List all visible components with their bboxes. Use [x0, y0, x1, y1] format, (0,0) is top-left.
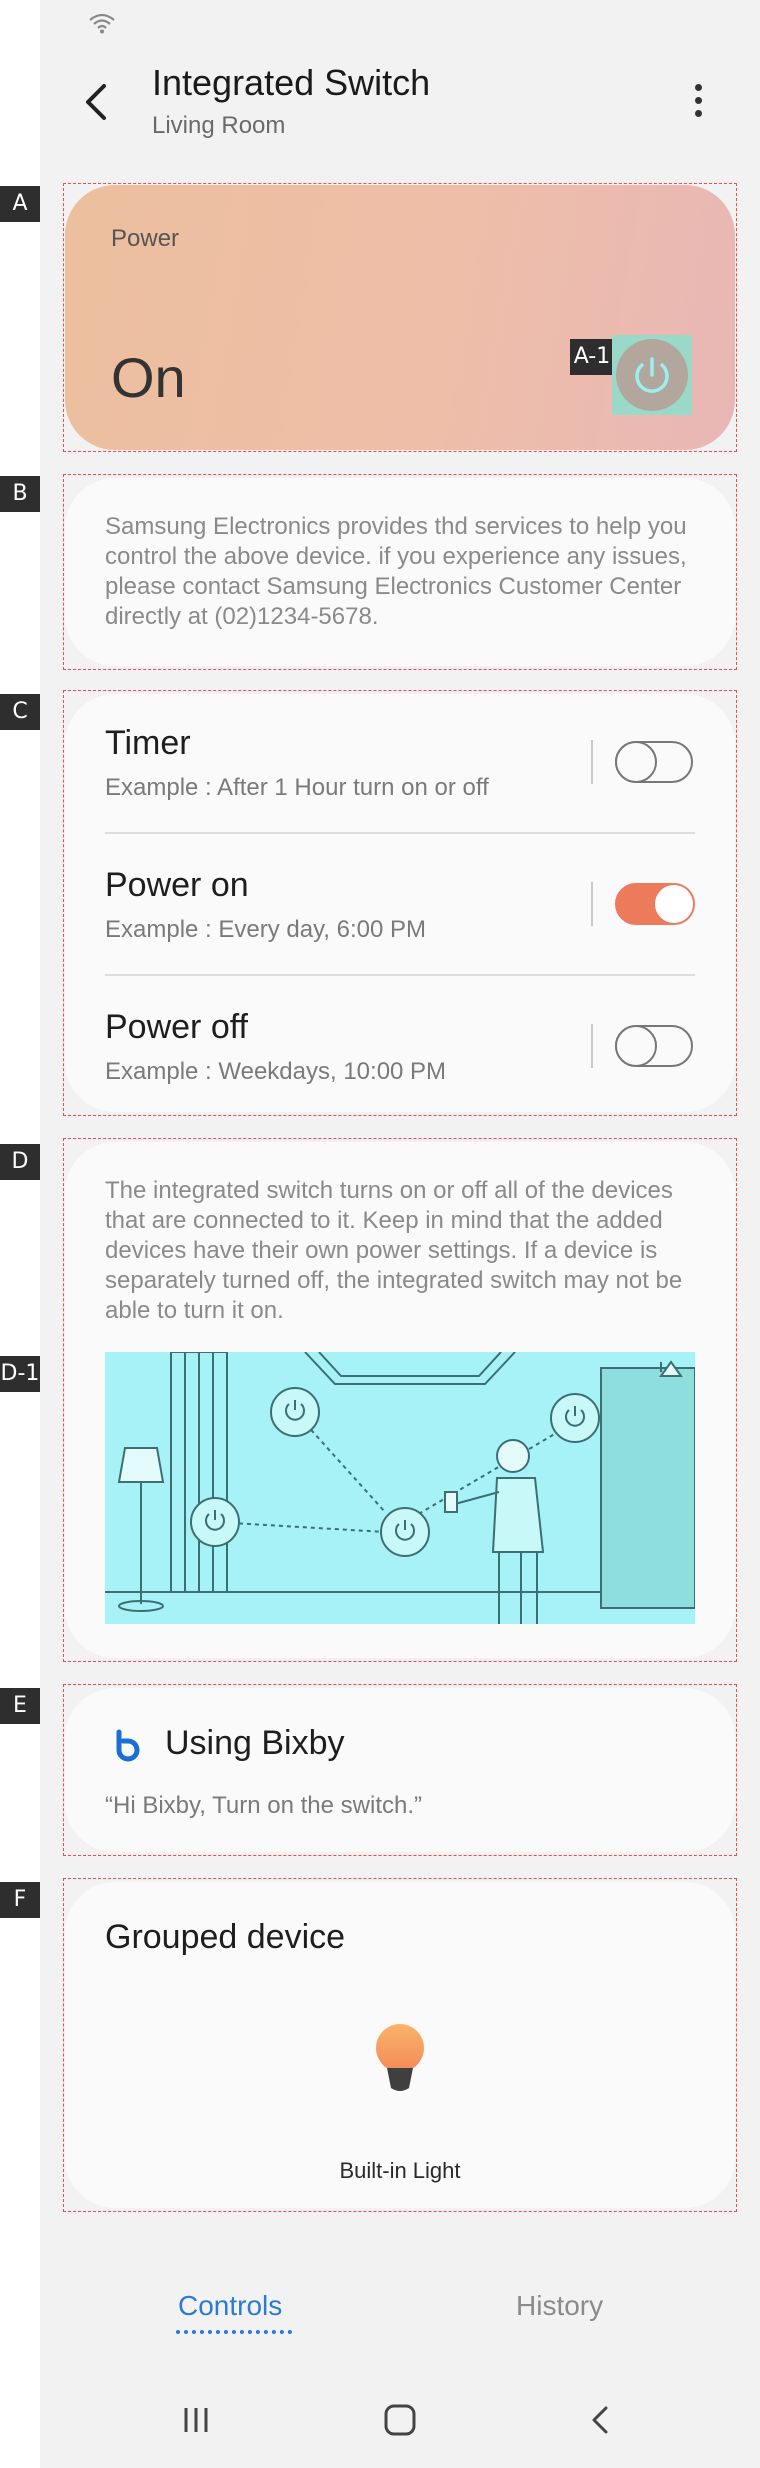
timer-toggle[interactable] — [615, 741, 693, 783]
schedule-example: Example : Every day, 6:00 PM — [105, 916, 427, 943]
bixby-icon — [116, 1729, 140, 1762]
toggle-knob — [653, 883, 695, 925]
schedule-example: Example : After 1 Hour turn on or off — [105, 774, 489, 801]
grouped-device-name: Built-in Light — [339, 2158, 461, 2183]
power-label: Power — [111, 225, 180, 252]
tab-controls[interactable]: Controls — [178, 2290, 282, 2322]
power-card[interactable]: Power On A-1 — [65, 185, 735, 450]
illustration-graphic — [105, 1352, 695, 1624]
power-button[interactable] — [616, 339, 688, 411]
bixby-title: Using Bixby — [165, 1724, 345, 1762]
schedule-example: Example : Weekdays, 10:00 PM — [105, 1058, 447, 1085]
chevron-left-icon[interactable] — [76, 80, 116, 124]
phone-screen: Integrated Switch Living Room Power On A… — [40, 0, 760, 2468]
page-title: Integrated Switch — [152, 62, 431, 103]
schedule-title: Power off — [105, 1008, 249, 1046]
toggle-knob — [615, 741, 657, 783]
annotation-tag-d: D — [0, 1144, 40, 1180]
annotation-tag-d1: D-1 — [0, 1356, 40, 1392]
annotation-tag-e: E — [0, 1688, 40, 1724]
description-text: The integrated switch turns on or off al… — [105, 1177, 683, 1324]
power-off-toggle[interactable] — [615, 1025, 693, 1067]
divider — [591, 1024, 593, 1068]
bixby-example: “Hi Bixby, Turn on the switch.” — [105, 1792, 422, 1819]
bulb-icon — [376, 2024, 424, 2091]
annotation-tag-b: B — [0, 476, 40, 512]
schedule-title: Timer — [105, 724, 191, 762]
recent-apps-icon[interactable] — [178, 2400, 214, 2440]
bixby-card[interactable]: Using Bixby “Hi Bixby, Turn on the switc… — [65, 1688, 735, 1852]
annotation-tag-c: C — [0, 694, 40, 730]
toggle-knob — [615, 1025, 657, 1067]
power-state: On — [111, 346, 186, 409]
schedule-title: Power on — [105, 866, 249, 904]
divider — [105, 974, 695, 976]
integrated-switch-illustration — [105, 1352, 695, 1624]
schedule-row-timer[interactable]: Timer Example : After 1 Hour turn on or … — [105, 694, 695, 836]
divider — [105, 832, 695, 834]
schedule-row-power-off[interactable]: Power off Example : Weekdays, 10:00 PM — [105, 978, 695, 1120]
schedule-card: Timer Example : After 1 Hour turn on or … — [65, 694, 735, 1112]
divider — [591, 882, 593, 926]
more-vertical-icon[interactable] — [688, 84, 708, 124]
annotation-tag-f: F — [0, 1882, 40, 1918]
power-on-toggle[interactable] — [615, 883, 695, 925]
power-icon — [635, 357, 669, 393]
active-tab-indicator — [176, 2330, 292, 2334]
annotation-tag-a: A — [0, 186, 40, 222]
schedule-row-power-on[interactable]: Power on Example : Every day, 6:00 PM — [105, 836, 695, 978]
grouped-device-item[interactable]: Built-in Light — [65, 1882, 735, 2208]
description-card: The integrated switch turns on or off al… — [65, 1142, 735, 1658]
grouped-device-card: Grouped device Built-in Light — [65, 1882, 735, 2208]
page-subtitle: Living Room — [152, 112, 286, 139]
tab-history[interactable]: History — [516, 2290, 603, 2322]
wifi-icon — [89, 13, 115, 34]
notice-text: Samsung Electronics provides thd service… — [105, 513, 687, 630]
notice-card: Samsung Electronics provides thd service… — [65, 478, 735, 666]
home-icon[interactable] — [380, 2400, 420, 2440]
annotation-tag-a1: A-1 — [570, 339, 614, 375]
back-nav-icon[interactable] — [582, 2400, 618, 2440]
divider — [591, 740, 593, 784]
